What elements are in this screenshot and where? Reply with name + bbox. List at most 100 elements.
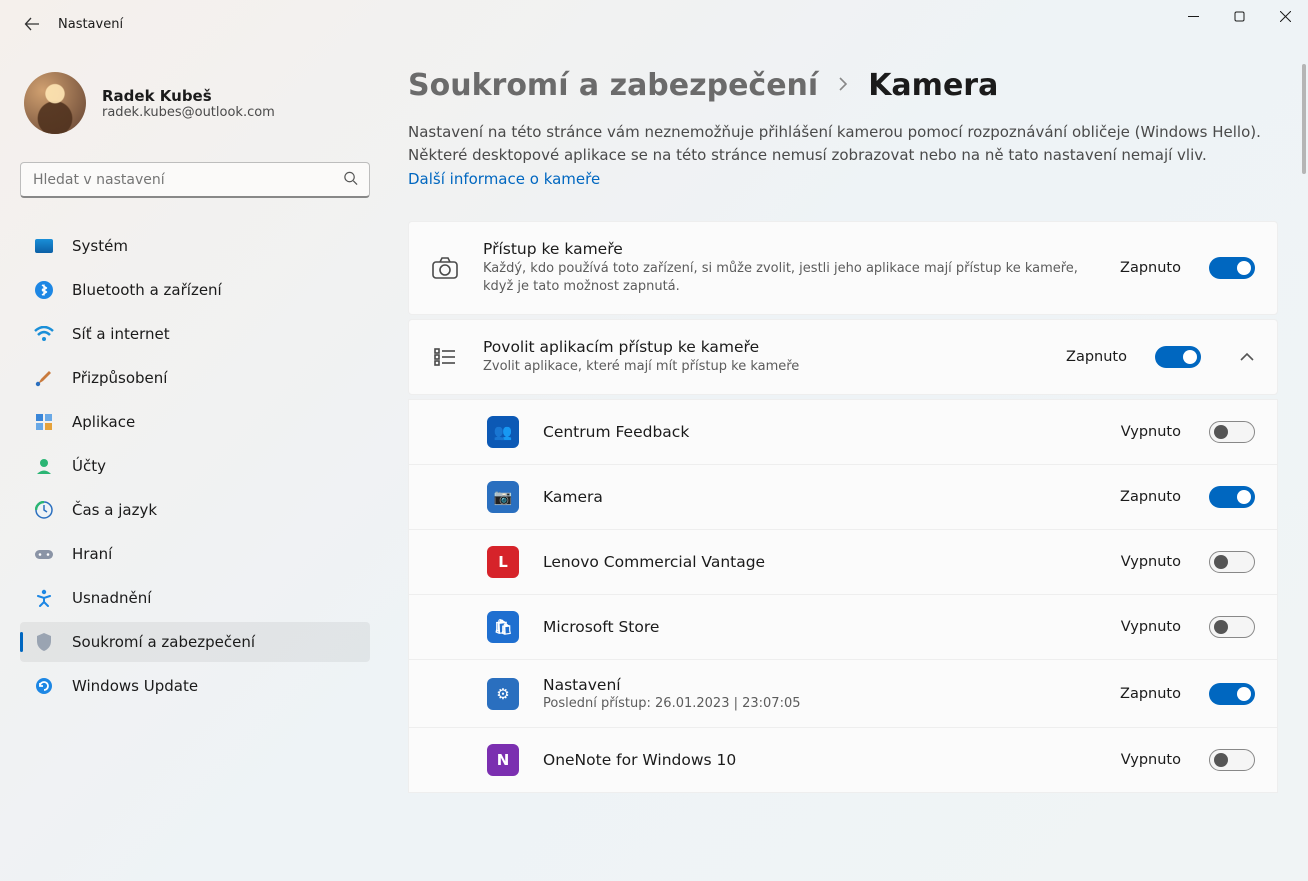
user-email: radek.kubes@outlook.com bbox=[102, 105, 275, 120]
sidebar-item-label: Účty bbox=[72, 457, 106, 475]
window-controls bbox=[1170, 0, 1308, 32]
app-icon: 📷 bbox=[487, 481, 519, 513]
app-toggle[interactable] bbox=[1209, 749, 1255, 771]
minimize-button[interactable] bbox=[1170, 0, 1216, 32]
sidebar-item-label: Windows Update bbox=[72, 677, 198, 695]
app-icon: 👥 bbox=[487, 416, 519, 448]
sidebar-item-label: Aplikace bbox=[72, 413, 135, 431]
sidebar-item-privacy[interactable]: Soukromí a zabezpečení bbox=[20, 622, 370, 662]
search-box bbox=[20, 162, 370, 198]
allow-apps-toggle[interactable] bbox=[1155, 346, 1201, 368]
sidebar-item-apps[interactable]: Aplikace bbox=[20, 402, 370, 442]
sidebar-item-bluetooth[interactable]: Bluetooth a zařízení bbox=[20, 270, 370, 310]
app-row: 📷 Kamera Zapnuto bbox=[408, 465, 1278, 530]
gamepad-icon bbox=[34, 544, 54, 564]
accessibility-icon bbox=[34, 588, 54, 608]
sidebar-item-time[interactable]: Čas a jazyk bbox=[20, 490, 370, 530]
card-subtitle: Zvolit aplikace, které mají mít přístup … bbox=[483, 358, 1042, 376]
camera-access-card: Přístup ke kameře Každý, kdo používá tot… bbox=[408, 221, 1278, 315]
clock-icon bbox=[34, 500, 54, 520]
sidebar-item-label: Soukromí a zabezpečení bbox=[72, 633, 255, 651]
sidebar-item-gaming[interactable]: Hraní bbox=[20, 534, 370, 574]
search-icon bbox=[343, 171, 358, 190]
monitor-icon bbox=[34, 236, 54, 256]
app-list: 👥Centrum FeedbackVypnuto📷KameraZapnutoLL… bbox=[408, 399, 1278, 793]
app-toggle[interactable] bbox=[1209, 683, 1255, 705]
app-icon: 🛍 bbox=[487, 611, 519, 643]
camera-access-toggle[interactable] bbox=[1209, 257, 1255, 279]
paintbrush-icon bbox=[34, 368, 54, 388]
shield-icon bbox=[34, 632, 54, 652]
app-row: 🛍Microsoft StoreVypnuto bbox=[408, 595, 1278, 660]
sidebar-item-update[interactable]: Windows Update bbox=[20, 666, 370, 706]
sidebar-item-system[interactable]: Systém bbox=[20, 226, 370, 266]
window-title: Nastavení bbox=[58, 17, 123, 32]
card-subtitle: Každý, kdo používá toto zařízení, si můž… bbox=[483, 260, 1096, 296]
user-profile[interactable]: Radek Kubeš radek.kubes@outlook.com bbox=[20, 72, 370, 134]
card-title: Povolit aplikacím přístup ke kameře bbox=[483, 338, 1042, 356]
app-subtitle: Poslední přístup: 26.01.2023 | 23:07:05 bbox=[543, 696, 1096, 711]
toggle-state-label: Zapnuto bbox=[1066, 349, 1127, 365]
scrollbar[interactable] bbox=[1302, 64, 1306, 174]
app-toggle[interactable] bbox=[1209, 486, 1255, 508]
toggle-state-label: Vypnuto bbox=[1121, 619, 1181, 635]
breadcrumb-current: Kamera bbox=[868, 68, 998, 103]
card-title: Přístup ke kameře bbox=[483, 240, 1096, 258]
app-row: 👥Centrum FeedbackVypnuto bbox=[408, 399, 1278, 465]
toggle-state-label: Zapnuto bbox=[1120, 489, 1181, 505]
sidebar-item-personalization[interactable]: Přizpůsobení bbox=[20, 358, 370, 398]
learn-more-link[interactable]: Další informace o kameře bbox=[408, 168, 600, 191]
sidebar-item-label: Systém bbox=[72, 237, 128, 255]
breadcrumb: Soukromí a zabezpečení Kamera bbox=[408, 68, 1278, 103]
apps-icon bbox=[34, 412, 54, 432]
toggle-state-label: Vypnuto bbox=[1121, 752, 1181, 768]
app-toggle[interactable] bbox=[1209, 551, 1255, 573]
page-description: Nastavení na této stránce vám neznemožňu… bbox=[408, 121, 1278, 191]
sidebar-item-label: Čas a jazyk bbox=[72, 501, 157, 519]
sidebar-item-network[interactable]: Síť a internet bbox=[20, 314, 370, 354]
update-icon bbox=[34, 676, 54, 696]
app-name: Lenovo Commercial Vantage bbox=[543, 553, 1097, 571]
chevron-right-icon bbox=[836, 75, 850, 96]
titlebar: Nastavení bbox=[0, 0, 1308, 48]
back-button[interactable] bbox=[22, 14, 42, 34]
sidebar-item-accounts[interactable]: Účty bbox=[20, 446, 370, 486]
avatar bbox=[24, 72, 86, 134]
user-name: Radek Kubeš bbox=[102, 87, 275, 105]
app-icon: L bbox=[487, 546, 519, 578]
app-name: OneNote for Windows 10 bbox=[543, 751, 1097, 769]
sidebar-item-accessibility[interactable]: Usnadnění bbox=[20, 578, 370, 618]
toggle-state-label: Vypnuto bbox=[1121, 554, 1181, 570]
app-toggle[interactable] bbox=[1209, 421, 1255, 443]
app-name: Centrum Feedback bbox=[543, 423, 1097, 441]
nav: Systém Bluetooth a zařízení Síť a intern… bbox=[20, 226, 370, 706]
chevron-up-icon[interactable] bbox=[1239, 347, 1255, 366]
sidebar-item-label: Síť a internet bbox=[72, 325, 170, 343]
app-row: L Lenovo Commercial Vantage Vypnuto bbox=[408, 530, 1278, 595]
sidebar: Radek Kubeš radek.kubes@outlook.com Syst… bbox=[0, 48, 390, 881]
sidebar-item-label: Přizpůsobení bbox=[72, 369, 167, 387]
toggle-state-label: Zapnuto bbox=[1120, 260, 1181, 276]
app-name: Nastavení bbox=[543, 676, 1096, 694]
app-name: Kamera bbox=[543, 488, 1096, 506]
app-icon: N bbox=[487, 744, 519, 776]
sidebar-item-label: Hraní bbox=[72, 545, 112, 563]
wifi-icon bbox=[34, 324, 54, 344]
breadcrumb-parent[interactable]: Soukromí a zabezpečení bbox=[408, 68, 818, 103]
sidebar-item-label: Usnadnění bbox=[72, 589, 151, 607]
toggle-state-label: Zapnuto bbox=[1120, 686, 1181, 702]
list-icon bbox=[431, 348, 459, 366]
person-icon bbox=[34, 456, 54, 476]
app-toggle[interactable] bbox=[1209, 616, 1255, 638]
camera-icon bbox=[431, 257, 459, 279]
maximize-button[interactable] bbox=[1216, 0, 1262, 32]
close-button[interactable] bbox=[1262, 0, 1308, 32]
app-row: ⚙ Nastavení Poslední přístup: 26.01.2023 |… bbox=[408, 660, 1278, 728]
app-row: N OneNote for Windows 10 Vypnuto bbox=[408, 728, 1278, 793]
search-input[interactable] bbox=[20, 162, 370, 198]
allow-apps-card[interactable]: Povolit aplikacím přístup ke kameře Zvol… bbox=[408, 319, 1278, 395]
bluetooth-icon bbox=[34, 280, 54, 300]
sidebar-item-label: Bluetooth a zařízení bbox=[72, 281, 222, 299]
main-content: Soukromí a zabezpečení Kamera Nastavení … bbox=[390, 48, 1308, 881]
app-icon: ⚙ bbox=[487, 678, 519, 710]
